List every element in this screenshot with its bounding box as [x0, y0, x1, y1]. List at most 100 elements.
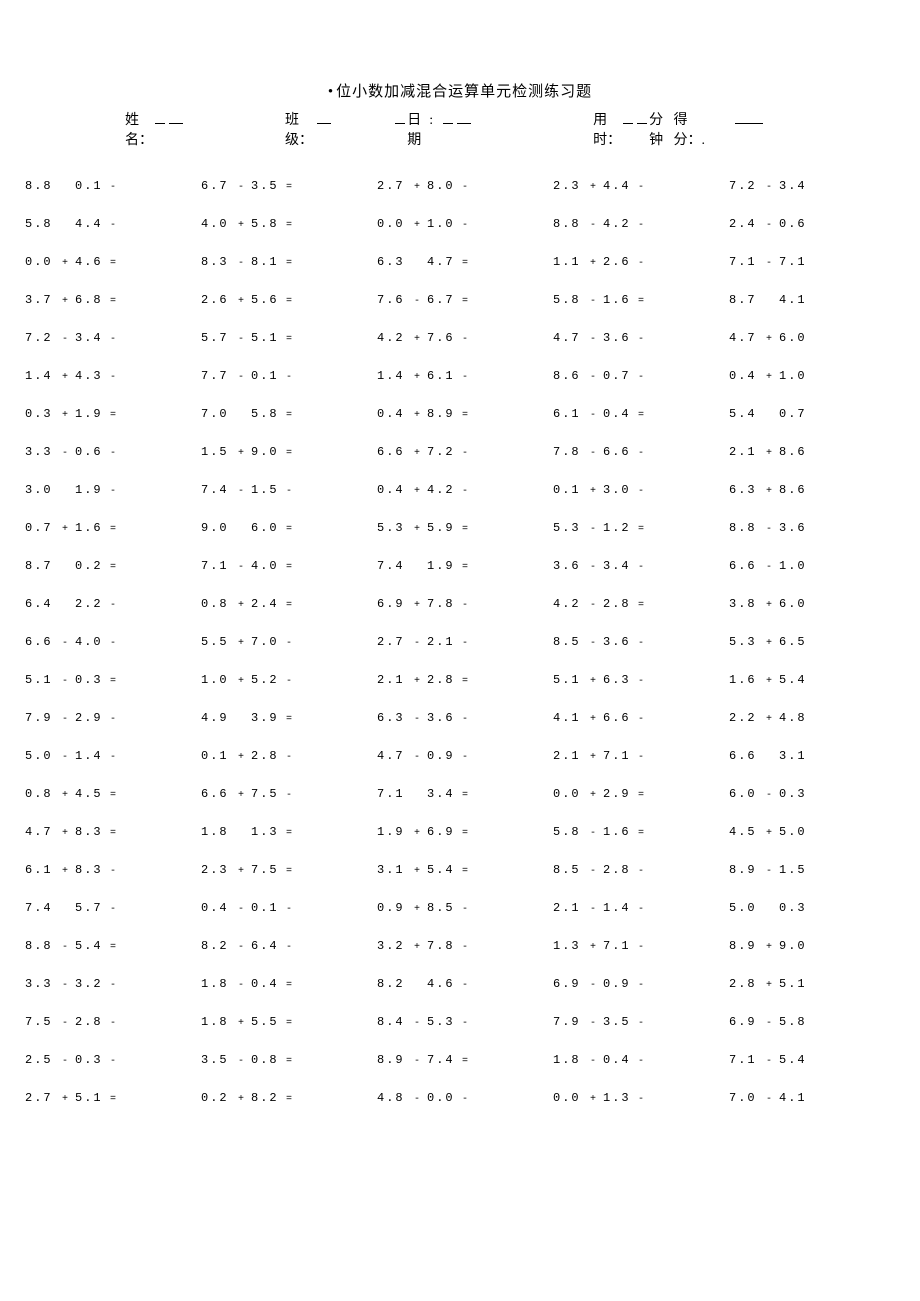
operand-a: 6.3: [729, 483, 761, 497]
equation-cell: 3.7+6.8=: [25, 293, 191, 307]
equation-cell: 3.1+5.4=: [377, 863, 543, 877]
equals-sign: =: [283, 220, 297, 231]
equation-cell: 7.8-6.6-: [553, 445, 719, 459]
equals-sign: =: [283, 448, 297, 459]
equation-cell: 4.93.9=: [201, 711, 367, 725]
operator: +: [409, 904, 427, 915]
equation-cell: 8.8-5.4=: [25, 939, 191, 953]
operand-a: 3.0: [25, 483, 57, 497]
operator: -: [585, 904, 603, 915]
operator: -: [233, 182, 251, 193]
equals-sign: -: [107, 448, 121, 459]
equation-cell: 7.9-3.5-: [553, 1015, 719, 1029]
equation-cell: 5.8-1.6=: [553, 293, 719, 307]
equation-cell: 6.9+7.8-: [377, 597, 543, 611]
equation-cell: 5.5+7.0-: [201, 635, 367, 649]
equals-sign: -: [459, 1018, 473, 1029]
equation-cell: 3.8+6.0: [729, 597, 895, 611]
operand-a: 0.8: [201, 597, 233, 611]
operand-b: 6.3: [603, 673, 635, 687]
operand-a: 7.1: [201, 559, 233, 573]
class-blank[interactable]: [317, 112, 331, 124]
name-blank-1[interactable]: [155, 112, 165, 124]
operand-b: 5.7: [75, 901, 107, 915]
operand-b: 7.5: [251, 787, 283, 801]
operator: +: [233, 752, 251, 763]
operand-b: 3.5: [251, 179, 283, 193]
operator: +: [761, 676, 779, 687]
operator: +: [57, 410, 75, 421]
equation-cell: 6.9-5.8: [729, 1015, 895, 1029]
equation-cell: 6.7-3.5=: [201, 179, 367, 193]
operator: +: [761, 334, 779, 345]
operand-b: 8.6: [779, 445, 811, 459]
equation-cell: 1.9+6.9=: [377, 825, 543, 839]
equation-cell: 2.1+8.6: [729, 445, 895, 459]
operand-b: 0.3: [75, 1053, 107, 1067]
operand-a: 2.3: [553, 179, 585, 193]
operand-a: 5.8: [25, 217, 57, 231]
date-blank-2[interactable]: [457, 112, 471, 124]
date-blank-pre[interactable]: [395, 112, 405, 124]
score-blank[interactable]: [735, 112, 763, 124]
operand-b: 0.8: [251, 1053, 283, 1067]
operator: -: [409, 296, 427, 307]
operator: +: [233, 676, 251, 687]
equals-sign: -: [107, 486, 121, 497]
operator: -: [761, 182, 779, 193]
operand-b: 2.9: [75, 711, 107, 725]
operand-b: 4.4: [603, 179, 635, 193]
equation-cell: 0.4+4.2-: [377, 483, 543, 497]
equals-sign: =: [459, 296, 473, 307]
operator: +: [409, 182, 427, 193]
operand-b: 0.1: [251, 901, 283, 915]
operand-a: 2.2: [729, 711, 761, 725]
equation-cell: 8.8-3.6: [729, 521, 895, 535]
equation-cell: 1.3+7.1-: [553, 939, 719, 953]
operand-a: 5.0: [729, 901, 761, 915]
operand-a: 4.8: [377, 1091, 409, 1105]
equation-cell: 8.80.1-: [25, 179, 191, 193]
operand-a: 3.8: [729, 597, 761, 611]
equation-cell: 4.1+6.6-: [553, 711, 719, 725]
operator: -: [761, 1094, 779, 1105]
operator: -: [233, 1056, 251, 1067]
equals-sign: -: [107, 752, 121, 763]
equals-sign: =: [283, 524, 297, 535]
operand-b: 6.6: [603, 445, 635, 459]
operator: -: [233, 980, 251, 991]
equals-sign: -: [635, 448, 649, 459]
equation-cell: 5.3+5.9=: [377, 521, 543, 535]
operand-b: 3.4: [603, 559, 635, 573]
time-blank-2[interactable]: [637, 112, 647, 124]
date-blank-1[interactable]: [443, 112, 453, 124]
equation-cell: 5.00.3: [729, 901, 895, 915]
equals-sign: -: [283, 790, 297, 801]
operand-a: 8.8: [553, 217, 585, 231]
operand-b: 7.5: [251, 863, 283, 877]
name-label: 姓名：: [125, 109, 153, 149]
operand-a: 2.7: [377, 635, 409, 649]
equals-sign: -: [283, 942, 297, 953]
equals-sign: =: [635, 828, 649, 839]
equals-sign: =: [107, 524, 121, 535]
class-field: 班级：: [285, 109, 333, 149]
operand-a: 7.0: [201, 407, 233, 421]
equation-cell: 9.06.0=: [201, 521, 367, 535]
operand-a: 2.1: [729, 445, 761, 459]
equation-cell: 3.01.9-: [25, 483, 191, 497]
operand-a: 7.9: [25, 711, 57, 725]
equation-cell: 5.7-5.1=: [201, 331, 367, 345]
operand-b: 8.6: [779, 483, 811, 497]
operator: +: [761, 638, 779, 649]
operator: -: [57, 448, 75, 459]
equals-sign: =: [459, 562, 473, 573]
operator: +: [57, 372, 75, 383]
operator: -: [57, 1056, 75, 1067]
time-blank-1[interactable]: [623, 112, 633, 124]
operator: -: [761, 524, 779, 535]
equation-cell: 3.5-0.8=: [201, 1053, 367, 1067]
equals-sign: =: [283, 600, 297, 611]
name-blank-2[interactable]: [169, 112, 183, 124]
operator: +: [409, 524, 427, 535]
